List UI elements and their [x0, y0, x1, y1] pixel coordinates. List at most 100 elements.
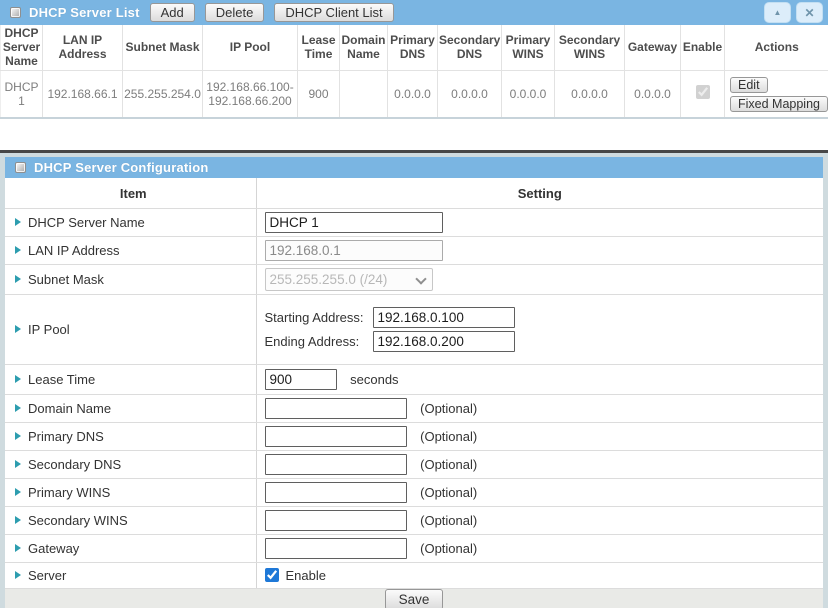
field-label: Domain Name: [28, 401, 111, 416]
subnet-mask-select-wrap: 255.255.255.0 (/24): [265, 268, 433, 291]
row-enable-checkbox: [696, 85, 710, 99]
row-lease-time: Lease Time seconds: [5, 364, 823, 394]
cell-primary-dns: 0.0.0.0: [388, 71, 438, 118]
optional-hint: (Optional): [420, 429, 477, 444]
delete-button[interactable]: Delete: [205, 3, 265, 22]
field-label: LAN IP Address: [28, 243, 120, 258]
col-primary-dns: Primary DNS: [388, 25, 438, 71]
cell-lease-time: 900: [298, 71, 340, 118]
col-enable: Enable: [681, 25, 725, 71]
optional-hint: (Optional): [420, 457, 477, 472]
item-bullet-icon: [15, 488, 21, 496]
cell-name: DHCP 1: [1, 71, 43, 118]
item-bullet-icon: [15, 218, 21, 226]
item-header: Item: [5, 178, 256, 208]
config-panel-header: DHCP Server Configuration: [5, 157, 823, 179]
subnet-mask-select: 255.255.255.0 (/24): [265, 268, 433, 291]
cell-domain-name: [340, 71, 388, 118]
item-bullet-icon: [15, 571, 21, 579]
optional-hint: (Optional): [420, 485, 477, 500]
item-bullet-icon: [15, 404, 21, 412]
field-label: Secondary DNS: [28, 457, 121, 472]
row-secondary-dns: Secondary DNS (Optional): [5, 450, 823, 478]
col-actions: Actions: [725, 25, 828, 71]
starting-address-input[interactable]: [373, 307, 515, 328]
close-icon: ✕: [804, 7, 814, 19]
primary-dns-input[interactable]: [265, 426, 407, 447]
gateway-input[interactable]: [265, 538, 407, 559]
row-dhcp-server-name: DHCP Server Name: [5, 208, 823, 236]
item-bullet-icon: [15, 544, 21, 552]
optional-hint: (Optional): [420, 541, 477, 556]
field-label: Subnet Mask: [28, 272, 104, 287]
cell-subnet-mask: 255.255.254.0: [123, 71, 203, 118]
cell-secondary-dns: 0.0.0.0: [438, 71, 502, 118]
ending-address-label: Ending Address:: [265, 334, 373, 349]
row-secondary-wins: Secondary WINS (Optional): [5, 506, 823, 534]
row-primary-dns: Primary DNS (Optional): [5, 422, 823, 450]
lan-ip-address-input: [265, 240, 443, 261]
setting-header: Setting: [256, 178, 823, 208]
edit-button[interactable]: Edit: [730, 77, 768, 93]
window-controls: ▲ ✕: [764, 2, 823, 23]
col-primary-wins: Primary WINS: [502, 25, 555, 71]
primary-wins-input[interactable]: [265, 482, 407, 503]
secondary-dns-input[interactable]: [265, 454, 407, 475]
row-gateway: Gateway (Optional): [5, 534, 823, 562]
row-primary-wins: Primary WINS (Optional): [5, 478, 823, 506]
row-lan-ip-address: LAN IP Address: [5, 236, 823, 264]
field-label: Primary DNS: [28, 429, 104, 444]
starting-address-label: Starting Address:: [265, 310, 373, 325]
field-label: IP Pool: [28, 322, 70, 337]
field-label: Secondary WINS: [28, 513, 128, 528]
cell-secondary-wins: 0.0.0.0: [555, 71, 625, 118]
col-gateway: Gateway: [625, 25, 681, 71]
col-lan-ip: LAN IP Address: [43, 25, 123, 71]
server-enable-checkbox[interactable]: [265, 568, 279, 582]
cell-gateway: 0.0.0.0: [625, 71, 681, 118]
col-lease-time: Lease Time: [298, 25, 340, 71]
col-dhcp-server-name: DHCP Server Name: [1, 25, 43, 71]
col-subnet-mask: Subnet Mask: [123, 25, 203, 71]
item-bullet-icon: [15, 460, 21, 468]
config-header-row: Item Setting: [5, 178, 823, 208]
collapse-button[interactable]: ▲: [764, 2, 791, 23]
list-panel-title: DHCP Server List: [29, 5, 140, 20]
arrow-up-icon: ▲: [774, 9, 782, 17]
panel-square-icon: [15, 162, 26, 173]
col-domain-name: Domain Name: [340, 25, 388, 71]
cell-ip-pool: 192.168.66.100-192.168.66.200: [203, 71, 298, 118]
ending-address-input[interactable]: [373, 331, 515, 352]
field-label: Lease Time: [28, 372, 95, 387]
config-footer: Save: [5, 589, 823, 608]
save-button[interactable]: Save: [385, 589, 444, 608]
domain-name-input[interactable]: [265, 398, 407, 419]
close-button[interactable]: ✕: [796, 2, 823, 23]
panel-square-icon: [10, 7, 21, 18]
cell-primary-wins: 0.0.0.0: [502, 71, 555, 118]
list-panel-header: DHCP Server List Add Delete DHCP Client …: [0, 0, 828, 25]
item-bullet-icon: [15, 516, 21, 524]
item-bullet-icon: [15, 375, 21, 383]
cell-actions: Edit Fixed Mapping: [725, 71, 828, 118]
optional-hint: (Optional): [420, 513, 477, 528]
server-enable-label: Enable: [286, 568, 326, 583]
dhcp-server-name-input[interactable]: [265, 212, 443, 233]
lease-time-input[interactable]: [265, 369, 337, 390]
secondary-wins-input[interactable]: [265, 510, 407, 531]
item-bullet-icon: [15, 325, 21, 333]
table-header-row: DHCP Server Name LAN IP Address Subnet M…: [1, 25, 828, 71]
config-panel-title: DHCP Server Configuration: [34, 160, 209, 175]
cell-enable: [681, 71, 725, 118]
dhcp-server-configuration-panel: DHCP Server Configuration Item Setting D…: [0, 150, 828, 608]
col-secondary-dns: Secondary DNS: [438, 25, 502, 71]
row-domain-name: Domain Name (Optional): [5, 394, 823, 422]
row-server: Server Enable: [5, 562, 823, 588]
add-button[interactable]: Add: [150, 3, 195, 22]
item-bullet-icon: [15, 275, 21, 283]
col-secondary-wins: Secondary WINS: [555, 25, 625, 71]
dhcp-server-table: DHCP Server Name LAN IP Address Subnet M…: [0, 25, 828, 119]
dhcp-client-list-button[interactable]: DHCP Client List: [274, 3, 393, 22]
row-ip-pool: IP Pool Starting Address: Ending Address…: [5, 294, 823, 364]
fixed-mapping-button[interactable]: Fixed Mapping: [730, 96, 828, 112]
